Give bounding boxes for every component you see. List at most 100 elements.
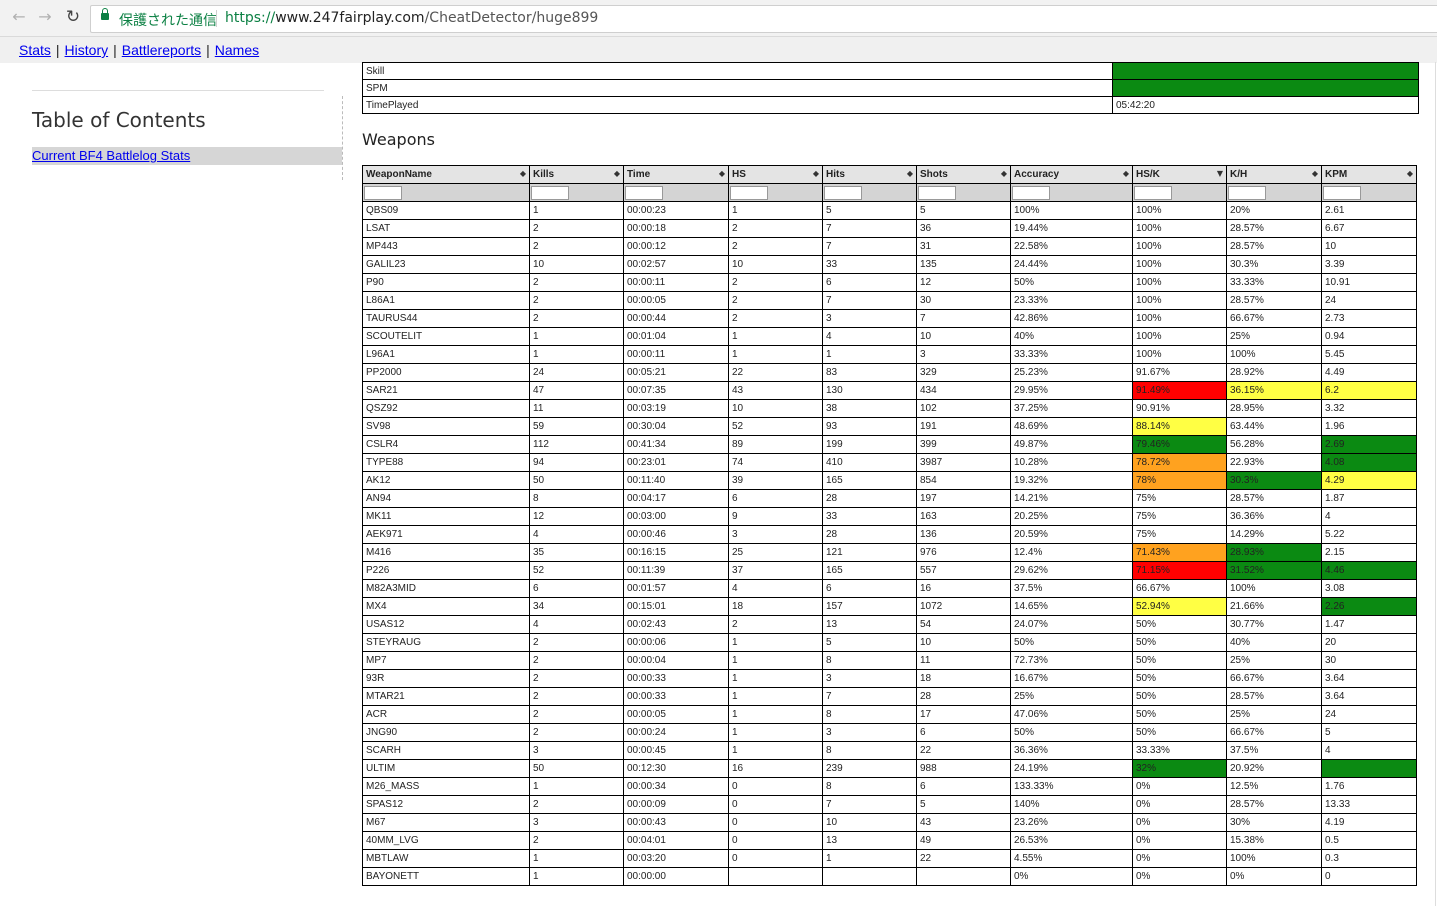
cell-kpm: 2.61 — [1321, 201, 1417, 220]
cell-kills: 2 — [529, 633, 624, 652]
cell-weaponname: AK12 — [362, 471, 530, 490]
cell-hs: 0 — [728, 813, 823, 832]
filter-input-hs[interactable] — [730, 186, 768, 200]
filter-input-hits[interactable] — [824, 186, 862, 200]
filter-input-shots[interactable] — [918, 186, 956, 200]
cell-k-h: 66.67% — [1226, 669, 1322, 688]
cell-accuracy: 36.36% — [1010, 741, 1133, 760]
cell-time: 00:07:35 — [623, 381, 729, 400]
table-row: M82A3MID 6 00:01:57 4 6 16 37.5% 66.67% 100% 3.08 — [362, 579, 1417, 598]
cell-hs — [728, 867, 823, 886]
column-header-hits[interactable]: Hits ◆ — [822, 165, 917, 184]
nav-link-stats[interactable]: Stats — [19, 42, 51, 58]
sort-icon[interactable]: ◆ — [813, 169, 819, 178]
filter-input-weaponname[interactable] — [364, 186, 402, 200]
cell-kills: 59 — [529, 417, 624, 436]
cell-weaponname: SAR21 — [362, 381, 530, 400]
cell-k-h: 31.52% — [1226, 561, 1322, 580]
column-header-time[interactable]: Time ◆ — [623, 165, 729, 184]
sort-descending-icon[interactable]: ▼ — [1217, 169, 1223, 178]
column-header-kills[interactable]: Kills ◆ — [529, 165, 624, 184]
nav-link-history[interactable]: History — [65, 42, 109, 58]
cell-hs: 1 — [728, 327, 823, 346]
cell-k-h: 28.57% — [1226, 489, 1322, 508]
cell-hs-k: 78.72% — [1132, 453, 1227, 472]
nav-link-battlereports[interactable]: Battlereports — [122, 42, 201, 58]
table-row: MTAR21 2 00:00:33 1 7 28 25% 50% 28.57% 3.64 — [362, 687, 1417, 706]
reload-icon[interactable]: ↻ — [62, 6, 84, 28]
address-bar[interactable]: 保護された通信 https://www.247fairplay.com/Chea… — [90, 5, 1437, 33]
cell-kills: 2 — [529, 273, 624, 292]
cell-hs-k: 0% — [1132, 795, 1227, 814]
sort-icon[interactable]: ◆ — [520, 169, 526, 178]
table-row: M67 3 00:00:43 0 10 43 23.26% 0% 30% 4.19 — [362, 813, 1417, 832]
cell-hs-k: 100% — [1132, 309, 1227, 328]
cell-weaponname: SCOUTELIT — [362, 327, 530, 346]
secure-connection-label[interactable]: 保護された通信 — [119, 10, 217, 30]
sort-icon[interactable]: ◆ — [614, 169, 620, 178]
filter-input-kills[interactable] — [531, 186, 569, 200]
sort-icon[interactable]: ◆ — [1312, 169, 1318, 178]
cell-hs: 4 — [728, 579, 823, 598]
cell-hs-k: 100% — [1132, 327, 1227, 346]
cell-shots: 5 — [916, 201, 1011, 220]
column-header-shots[interactable]: Shots ◆ — [916, 165, 1011, 184]
cell-hs: 10 — [728, 399, 823, 418]
cell-time: 00:12:30 — [623, 759, 729, 778]
back-arrow-icon[interactable]: ← — [8, 6, 30, 28]
cell-accuracy: 24.19% — [1010, 759, 1133, 778]
filter-input-kpm[interactable] — [1323, 186, 1361, 200]
nav-link-names[interactable]: Names — [215, 42, 259, 58]
url-text[interactable]: https://www.247fairplay.com/CheatDetecto… — [225, 10, 598, 26]
cell-shots: 7 — [916, 309, 1011, 328]
cell-hits: 93 — [822, 417, 917, 436]
column-header-label: HS/K — [1136, 169, 1160, 180]
cell-shots: 557 — [916, 561, 1011, 580]
cell-weaponname: AEK971 — [362, 525, 530, 544]
cell-hits: 1 — [822, 345, 917, 364]
cell-weaponname: L96A1 — [362, 345, 530, 364]
column-header-kpm[interactable]: KPM ◆ — [1321, 165, 1417, 184]
cell-accuracy: 26.53% — [1010, 831, 1133, 850]
filter-input-time[interactable] — [625, 186, 663, 200]
toc-item-current-stats[interactable]: Current BF4 Battlelog Stats — [32, 147, 342, 165]
column-header-hs-k[interactable]: HS/K ▼ — [1132, 165, 1227, 184]
filter-input-hs-k[interactable] — [1134, 186, 1172, 200]
forward-arrow-icon[interactable]: → — [34, 6, 56, 28]
cell-time: 00:01:04 — [623, 327, 729, 346]
cell-accuracy: 24.44% — [1010, 255, 1133, 274]
column-header-k-h[interactable]: K/H ◆ — [1226, 165, 1322, 184]
cell-accuracy: 12.4% — [1010, 543, 1133, 562]
cell-accuracy: 23.33% — [1010, 291, 1133, 310]
table-row: SCARH 3 00:00:45 1 8 22 36.36% 33.33% 37.5% 4 — [362, 741, 1417, 760]
cell-hs-k: 0% — [1132, 849, 1227, 868]
cell-hs: 39 — [728, 471, 823, 490]
sort-icon[interactable]: ◆ — [1123, 169, 1129, 178]
cell-shots: 135 — [916, 255, 1011, 274]
column-header-weaponname[interactable]: WeaponName ◆ — [362, 165, 530, 184]
cell-hs-k: 71.43% — [1132, 543, 1227, 562]
sort-icon[interactable]: ◆ — [719, 169, 725, 178]
cell-k-h: 20.92% — [1226, 759, 1322, 778]
sort-icon[interactable]: ◆ — [1407, 169, 1413, 178]
sort-icon[interactable]: ◆ — [1001, 169, 1007, 178]
cell-kpm: 3.64 — [1321, 687, 1417, 706]
filter-cell — [1226, 183, 1322, 202]
cell-hits: 7 — [822, 795, 917, 814]
toc-link[interactable]: Current BF4 Battlelog Stats — [32, 148, 190, 163]
column-header-hs[interactable]: HS ◆ — [728, 165, 823, 184]
filter-input-k-h[interactable] — [1228, 186, 1266, 200]
cell-time: 00:00:33 — [623, 687, 729, 706]
cell-kpm: 5.45 — [1321, 345, 1417, 364]
column-header-accuracy[interactable]: Accuracy ◆ — [1010, 165, 1133, 184]
cell-hs: 9 — [728, 507, 823, 526]
weapons-heading: Weapons — [362, 130, 435, 149]
filter-cell — [822, 183, 917, 202]
cell-kills: 6 — [529, 579, 624, 598]
cell-weaponname: M67 — [362, 813, 530, 832]
cell-shots: 163 — [916, 507, 1011, 526]
filter-input-accuracy[interactable] — [1012, 186, 1050, 200]
cell-time: 00:00:05 — [623, 291, 729, 310]
cell-shots: 12 — [916, 273, 1011, 292]
sort-icon[interactable]: ◆ — [907, 169, 913, 178]
